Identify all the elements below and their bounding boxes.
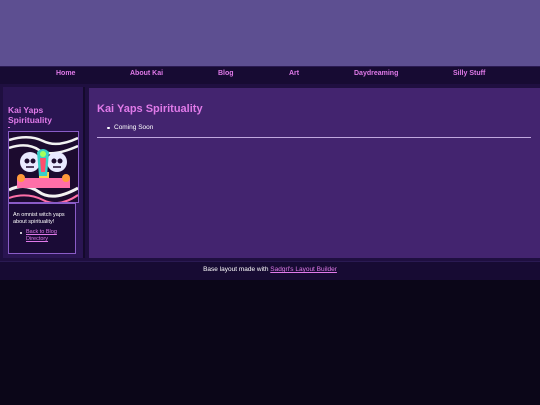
sidebar-divider: [8, 127, 10, 128]
nav-blog-link[interactable]: Blog: [218, 70, 234, 77]
nav-home-link[interactable]: Home: [56, 70, 75, 77]
footer-text: Base layout made with Sadgrl's Layout Bu…: [0, 266, 540, 273]
avatar: [8, 131, 79, 203]
page-layout: Kai Yaps Spirituality An omnist witch ya…: [0, 84, 540, 261]
page-title: Kai Yaps Spirituality: [97, 103, 203, 115]
nav-daydreaming-link[interactable]: Daydreaming: [354, 70, 398, 77]
nav-art-link[interactable]: Art: [289, 70, 299, 77]
psychedelic-skulls-art-icon: [9, 132, 78, 202]
nav-about-kai-link[interactable]: About Kai: [130, 70, 163, 77]
content-divider: [97, 137, 531, 138]
nav-silly-stuff-link[interactable]: Silly Stuff: [453, 70, 485, 77]
page-background: [0, 280, 540, 405]
sidebar-link-list: Back to Blog Directory: [13, 229, 75, 243]
list-item: Back to Blog Directory: [13, 229, 75, 243]
main-content: Kai Yaps Spirituality Coming Soon: [89, 88, 540, 258]
sidebar: Kai Yaps Spirituality An omnist witch ya…: [3, 87, 85, 258]
content-list: Coming Soon: [97, 123, 153, 132]
sidebar-title: Kai Yaps Spirituality: [8, 105, 52, 125]
back-to-blog-directory-link[interactable]: Back to Blog Directory: [26, 229, 75, 243]
list-item: Coming Soon: [97, 123, 153, 132]
footer: Base layout made with Sadgrl's Layout Bu…: [0, 261, 540, 281]
sidebar-info-box: An omnist witch yaps about spirituality!…: [8, 203, 76, 254]
header-banner: [0, 0, 540, 66]
layout-builder-link[interactable]: Sadgrl's Layout Builder: [270, 266, 337, 273]
footer-prefix: Base layout made with: [203, 266, 271, 273]
top-nav: Home About Kai Blog Art Daydreaming Sill…: [0, 66, 540, 85]
sidebar-description: An omnist witch yaps about spirituality!: [13, 212, 65, 225]
